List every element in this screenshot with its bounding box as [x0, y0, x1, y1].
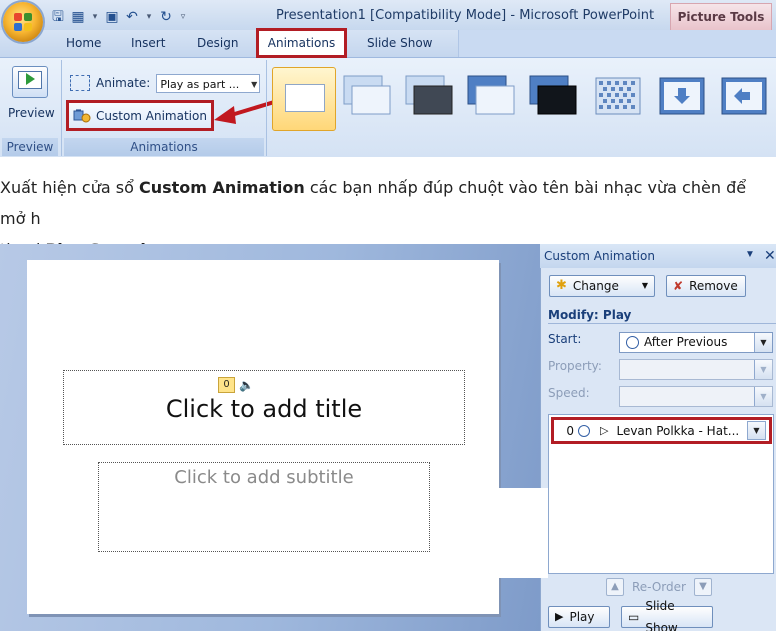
property-select[interactable]: ▼ — [619, 359, 773, 380]
move-down-icon[interactable]: ▼ — [693, 578, 712, 596]
star-icon: ✱ — [556, 278, 567, 293]
play-button-label: Play — [569, 610, 595, 624]
chevron-down-icon: ▼ — [754, 360, 772, 379]
title-placeholder-text: Click to add title — [165, 395, 363, 423]
group-divider — [61, 60, 62, 156]
transition-wipe-left-thumbnail[interactable] — [716, 70, 774, 126]
transition-cut-thumbnail[interactable] — [462, 70, 520, 126]
move-up-icon[interactable]: ▲ — [606, 578, 624, 596]
chevron-down-icon: ▼ — [641, 281, 648, 290]
divider — [548, 323, 776, 324]
office-logo-icon — [14, 13, 32, 31]
tab-design[interactable]: Design — [197, 30, 238, 57]
slide-screenshot: Click to add title 0 🔈 Click to add subt… — [0, 244, 776, 631]
transition-wipe-down-thumbnail[interactable] — [654, 70, 712, 126]
pane-menu-icon[interactable]: ▼ — [745, 249, 755, 260]
transition-fade-black-thumbnail[interactable] — [400, 70, 458, 126]
play-button[interactable]: ▶ Play — [548, 606, 610, 628]
property-label: Property: — [548, 359, 602, 373]
slide-show-button-label: Slide Show — [645, 599, 678, 631]
customize-qat-icon[interactable]: ▿ — [178, 11, 188, 22]
caption-bold-term: Custom Animation — [138, 178, 305, 197]
subtitle-placeholder[interactable]: Click to add subtitle — [98, 462, 430, 552]
transition-none-thumbnail[interactable] — [272, 67, 336, 131]
play-media-icon: ▷ — [600, 424, 609, 437]
remove-icon: ✘ — [673, 279, 684, 293]
preview-icon[interactable] — [12, 66, 48, 98]
group-label-animations: Animations — [64, 138, 264, 156]
tab-animations[interactable]: Animations — [256, 28, 347, 58]
quick-access-toolbar: 🖫 ▦ ▾ ▣ ↶ ▾ ↻ ▿ — [50, 6, 188, 26]
redo-icon[interactable]: ↻ — [158, 8, 174, 24]
reorder-label: Re-Order — [632, 580, 686, 594]
white-mask — [478, 488, 548, 578]
speed-label: Speed: — [548, 386, 590, 400]
slide-layout-icon[interactable]: ▦ — [70, 8, 86, 24]
animation-order-tag: 0 — [218, 377, 235, 393]
tab-slide-show[interactable]: Slide Show — [367, 30, 432, 57]
window-title: Presentation1 [Compatibility Mode] - Mic… — [276, 8, 655, 23]
reorder-controls: ▲ Re-Order ▼ — [606, 578, 712, 596]
remove-button[interactable]: ✘ Remove — [666, 275, 746, 297]
custom-animation-button[interactable]: Custom Animation — [66, 100, 214, 131]
modify-heading: Modify: Play — [548, 308, 632, 322]
animation-item-index: 0 — [566, 423, 574, 438]
pane-title: Custom Animation — [544, 249, 655, 263]
transition-fade-thumbnail[interactable] — [338, 70, 396, 126]
change-button[interactable]: ✱ Change ▼ — [549, 275, 655, 297]
save-icon[interactable]: 🖫 — [50, 8, 66, 24]
group-divider — [266, 60, 267, 156]
custom-animation-icon — [73, 108, 91, 122]
slide-show-icon: ▭ — [628, 610, 640, 624]
animation-list-item[interactable]: 0 ▷ Levan Polkka - Hat... ▼ — [551, 417, 772, 444]
preview-button-label[interactable]: Preview — [8, 106, 55, 120]
dropdown-arrow-icon[interactable]: ▾ — [144, 11, 154, 22]
subtitle-placeholder-text: Click to add subtitle — [174, 467, 354, 488]
contextual-tab-picture-tools[interactable]: Picture Tools — [670, 3, 772, 31]
start-select[interactable]: After Previous ▼ — [619, 332, 773, 353]
group-label-preview: Preview — [2, 138, 58, 156]
slide-canvas[interactable]: Click to add title 0 🔈 Click to add subt… — [27, 260, 499, 614]
ribbon-screenshot: 🖫 ▦ ▾ ▣ ↶ ▾ ↻ ▿ Presentation1 [Compatibi… — [0, 0, 776, 157]
transition-dissolve-thumbnail[interactable] — [590, 70, 648, 126]
start-label: Start: — [548, 332, 582, 346]
speaker-icon: 🔈 — [239, 378, 254, 392]
undo-icon[interactable]: ↶ — [124, 8, 140, 24]
start-select-value: After Previous — [644, 335, 728, 349]
custom-animation-label: Custom Animation — [96, 108, 207, 123]
tab-home[interactable]: Home — [66, 30, 101, 57]
clock-icon — [578, 424, 590, 437]
animation-item-name: Levan Polkka - Hat... — [616, 423, 740, 438]
caption-line-1: Xuất hiện cửa sổ Custom Animation các bạ… — [0, 172, 776, 234]
speed-select[interactable]: ▼ — [619, 386, 773, 407]
slide-show-button[interactable]: ▭ Slide Show — [621, 599, 713, 631]
sound-object[interactable]: 0 🔈 — [218, 377, 254, 393]
animate-icon — [70, 75, 90, 91]
play-icon: ▶ — [555, 610, 564, 623]
title-placeholder[interactable]: Click to add title — [63, 370, 465, 445]
clock-icon — [626, 336, 639, 349]
caption-text: Xuất hiện cửa sổ — [0, 178, 139, 197]
remove-button-label: Remove — [689, 279, 738, 293]
close-icon[interactable]: ✕ — [764, 247, 776, 264]
chevron-down-icon: ▼ — [754, 333, 772, 352]
animate-label: Animate: — [96, 76, 151, 90]
change-button-label: Change — [572, 279, 619, 293]
tab-insert[interactable]: Insert — [131, 30, 165, 57]
office-button[interactable] — [3, 2, 43, 42]
transition-cut-black-thumbnail[interactable] — [524, 70, 582, 126]
dropdown-arrow-icon[interactable]: ▾ — [90, 11, 100, 22]
chevron-down-icon[interactable]: ▼ — [747, 421, 766, 440]
chevron-down-icon: ▼ — [754, 387, 772, 406]
picture-icon[interactable]: ▣ — [104, 8, 120, 24]
